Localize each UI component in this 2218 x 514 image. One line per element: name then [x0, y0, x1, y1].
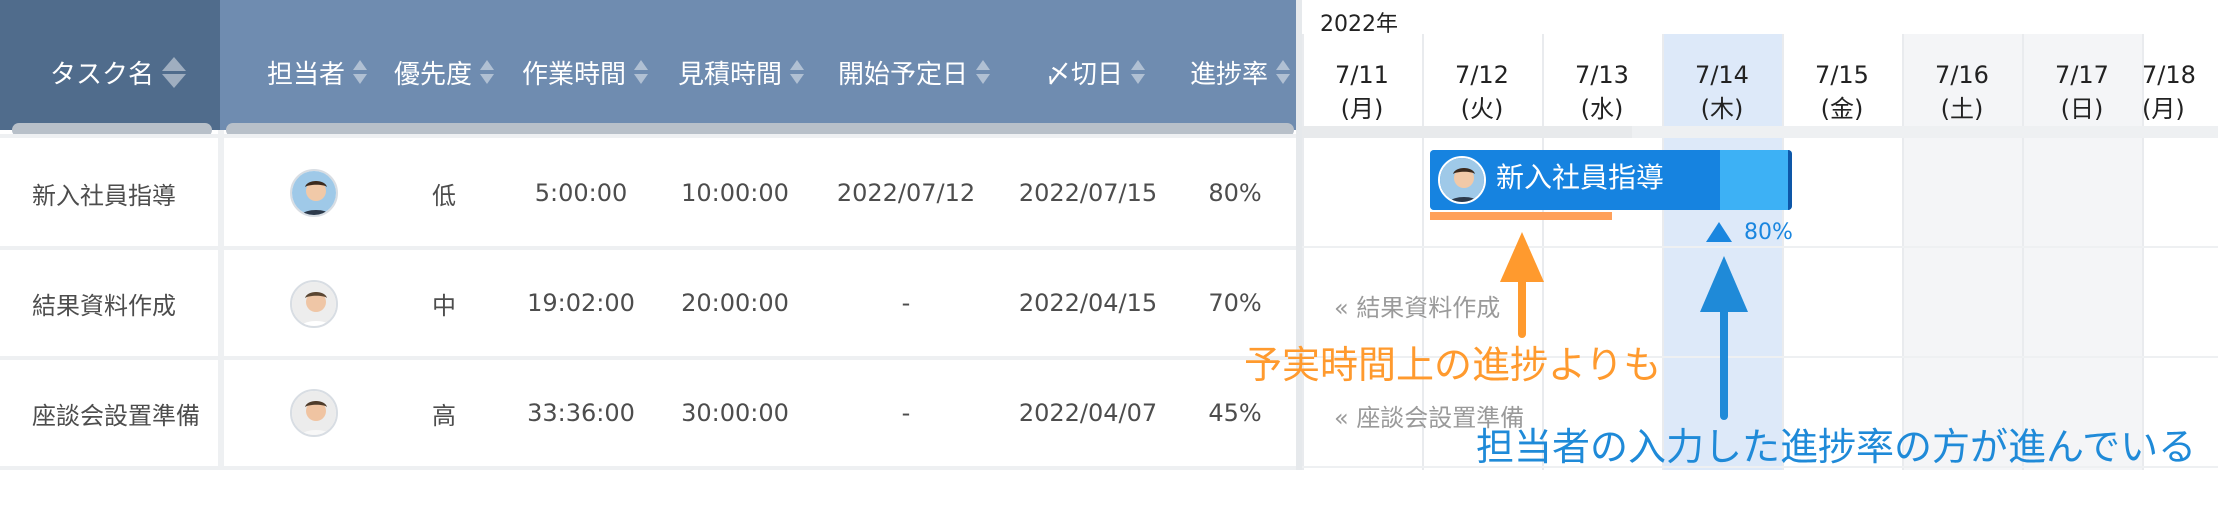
annotation-arrow-orange — [1500, 232, 1544, 338]
annotation-text-blue: 担当者の入力した進捗率の方が進んでいる — [1476, 425, 2197, 469]
annotation-text-orange: 予実時間上の進捗よりも — [1244, 343, 1662, 387]
annotation-arrow-blue — [1700, 256, 1748, 420]
